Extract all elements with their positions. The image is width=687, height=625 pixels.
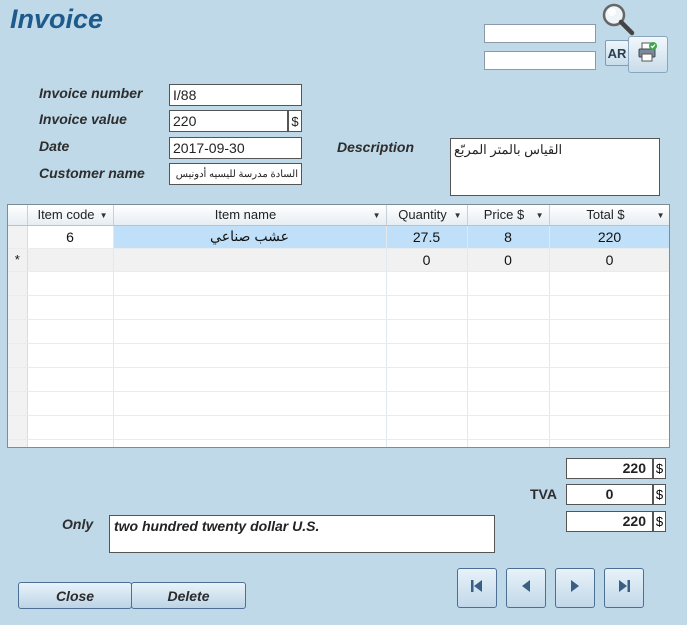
first-record-icon [469, 578, 485, 599]
tva-currency: $ [653, 484, 666, 505]
description-field[interactable]: القياس بالمتر المربّع [450, 138, 660, 196]
column-header-price[interactable]: Price $ ▼ [467, 205, 550, 226]
customer-name-label: Customer name [39, 165, 145, 181]
dropdown-arrow-icon[interactable]: ▼ [373, 211, 381, 220]
column-header-item-name[interactable]: Item name ▼ [113, 205, 387, 226]
close-button[interactable]: Close [18, 582, 132, 609]
invoice-value-field[interactable]: 220 [169, 110, 288, 132]
print-button[interactable] [628, 36, 668, 73]
only-label: Only [62, 516, 94, 532]
item-name-cell[interactable] [113, 248, 387, 272]
description-label: Description [337, 139, 415, 155]
first-record-button[interactable] [457, 568, 497, 608]
ar-language-button[interactable]: AR [605, 40, 629, 66]
column-header-total[interactable]: Total $ ▼ [549, 205, 669, 226]
new-record-row[interactable]: * 0 0 0 [8, 248, 669, 272]
amount-in-words-field[interactable]: two hundred twenty dollar U.S. [109, 515, 495, 553]
dropdown-arrow-icon[interactable]: ▼ [100, 211, 108, 220]
previous-record-icon [518, 578, 534, 599]
date-label: Date [39, 138, 70, 154]
invoice-items-grid: Item code ▼ Item name ▼ Quantity ▼ Price $ ▼… [7, 204, 670, 448]
print-icon [637, 41, 659, 68]
select-all-corner[interactable] [8, 205, 28, 226]
invoice-value-currency: $ [288, 110, 302, 132]
quantity-cell[interactable]: 27.5 [386, 225, 468, 249]
dropdown-arrow-icon[interactable]: ▼ [657, 211, 665, 220]
subtotal-currency: $ [653, 458, 666, 479]
total-cell[interactable]: 0 [549, 248, 669, 272]
tva-field[interactable]: 0 [566, 484, 653, 505]
price-cell[interactable]: 8 [467, 225, 550, 249]
invoice-number-field[interactable]: I/88 [169, 84, 302, 106]
invoice-value-label: Invoice value [39, 111, 127, 127]
next-record-icon [567, 578, 583, 599]
magnifier-icon[interactable] [600, 2, 636, 36]
tva-label: TVA [530, 486, 557, 502]
table-row[interactable]: 6 عشب صناعي 27.5 8 220 [8, 225, 669, 249]
form-title: Invoice [10, 4, 104, 34]
invoice-number-label: Invoice number [39, 85, 143, 101]
dropdown-arrow-icon[interactable]: ▼ [454, 211, 462, 220]
column-header-quantity[interactable]: Quantity ▼ [386, 205, 468, 226]
dropdown-arrow-icon[interactable]: ▼ [536, 211, 544, 220]
previous-record-button[interactable] [506, 568, 546, 608]
item-name-cell[interactable]: عشب صناعي [113, 225, 387, 249]
item-code-cell[interactable] [27, 248, 114, 272]
new-record-marker[interactable]: * [8, 248, 28, 272]
delete-button[interactable]: Delete [131, 582, 246, 609]
quantity-cell[interactable]: 0 [386, 248, 468, 272]
search-input-1[interactable] [484, 24, 596, 43]
price-cell[interactable]: 0 [467, 248, 550, 272]
next-record-button[interactable] [555, 568, 595, 608]
grand-total-field[interactable]: 220 [566, 511, 653, 532]
item-code-cell[interactable]: 6 [27, 225, 114, 249]
total-cell[interactable]: 220 [549, 225, 669, 249]
last-record-icon [616, 578, 632, 599]
row-selector[interactable] [8, 225, 28, 249]
search-input-2[interactable] [484, 51, 596, 70]
customer-name-field[interactable]: السادة مدرسة لليسيه أدونيس [169, 163, 302, 185]
date-field[interactable]: 2017-09-30 [169, 137, 302, 159]
grand-total-currency: $ [653, 511, 666, 532]
column-header-item-code[interactable]: Item code ▼ [27, 205, 114, 226]
subtotal-field[interactable]: 220 [566, 458, 653, 479]
last-record-button[interactable] [604, 568, 644, 608]
